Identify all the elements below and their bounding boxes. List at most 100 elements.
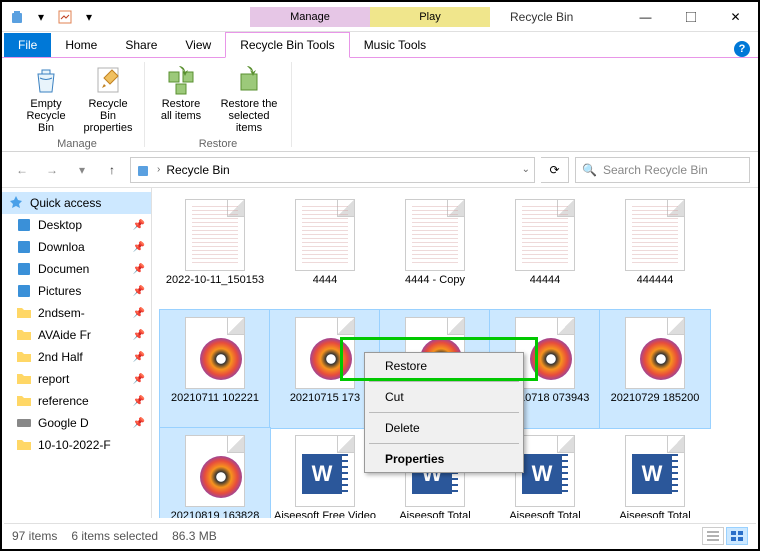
address-dropdown[interactable]: ⌄: [522, 164, 530, 175]
desktop-icon: [16, 217, 32, 233]
file-icon: [290, 314, 360, 392]
file-item[interactable]: 444444: [600, 192, 710, 310]
file-item[interactable]: 20210729 185200: [600, 310, 710, 428]
file-icon: [620, 314, 690, 392]
tab-share[interactable]: Share: [111, 33, 171, 57]
group-manage-label: Manage: [57, 136, 97, 150]
qat-dropdown[interactable]: ▾: [30, 6, 52, 28]
folder-icon: [16, 393, 32, 409]
qat-recycle-icon[interactable]: [6, 6, 28, 28]
icons-view-button[interactable]: [726, 527, 748, 545]
folder-icon: [16, 371, 32, 387]
window-title: Recycle Bin: [510, 10, 573, 24]
file-item[interactable]: 20210819 163828: [160, 428, 270, 518]
sidebar-item-label: Documen: [38, 262, 89, 276]
pin-icon: 📌: [133, 418, 145, 429]
up-button[interactable]: ↑: [100, 158, 124, 182]
back-button[interactable]: ←: [10, 158, 34, 182]
pin-icon: 📌: [133, 374, 145, 385]
close-button[interactable]: ✕: [713, 3, 758, 31]
ctx-properties[interactable]: Properties: [365, 446, 523, 472]
folder-icon: [16, 305, 32, 321]
sidebar-item[interactable]: Desktop📌: [2, 214, 151, 236]
sidebar-item[interactable]: 10-10-2022-F: [2, 434, 151, 456]
sidebar-item-label: report: [38, 372, 69, 386]
file-item[interactable]: 2022-10-11_150153: [160, 192, 270, 310]
sidebar-item[interactable]: reference📌: [2, 390, 151, 412]
sidebar-item[interactable]: 2ndsem-📌: [2, 302, 151, 324]
tab-recycle-bin-tools[interactable]: Recycle Bin Tools: [225, 32, 350, 58]
folder-icon: [16, 349, 32, 365]
minimize-button[interactable]: —: [623, 3, 668, 31]
star-icon: [8, 195, 24, 211]
restore-all-button[interactable]: Restore all items: [151, 62, 211, 136]
qat-dropdown-2[interactable]: ▾: [78, 6, 100, 28]
maximize-button[interactable]: [668, 3, 713, 31]
file-icon: [400, 196, 470, 274]
file-label: Aiseesoft Total Video Converter: [604, 510, 706, 518]
tab-file[interactable]: File: [4, 33, 51, 57]
sidebar-item[interactable]: Quick access: [2, 192, 151, 214]
status-item-count: 97 items: [12, 529, 57, 543]
sidebar-item[interactable]: Pictures📌: [2, 280, 151, 302]
restore-selected-button[interactable]: Restore the selected items: [213, 62, 285, 136]
tab-music-tools[interactable]: Music Tools: [350, 33, 440, 57]
recent-locations[interactable]: ▾: [70, 158, 94, 182]
chevron-icon: ›: [157, 164, 160, 175]
file-label: Aiseesoft Total Video Converter: [494, 510, 596, 518]
address-bar[interactable]: › Recycle Bin ⌄: [130, 157, 535, 183]
navigation-pane[interactable]: Quick accessDesktop📌Downloa📌 Documen 📌 Pict…: [2, 188, 152, 518]
file-label: 4444 - Copy: [405, 274, 465, 287]
forward-button[interactable]: →: [40, 158, 64, 182]
file-item[interactable]: WAiseesoft Total Video Converter: [600, 428, 710, 518]
file-label: 20210819 163828: [171, 510, 260, 518]
sidebar-item[interactable]: Google D📌: [2, 412, 151, 434]
ctx-cut[interactable]: Cut: [365, 384, 523, 410]
file-item[interactable]: 4444: [270, 192, 380, 310]
ribbon-tabs: File Home Share View Recycle Bin Tools M…: [2, 32, 758, 58]
address-location: Recycle Bin: [166, 163, 229, 177]
contextual-tab-manage[interactable]: Manage: [250, 7, 370, 27]
qat-properties[interactable]: [54, 6, 76, 28]
file-item[interactable]: 4444 - Copy: [380, 192, 490, 310]
file-item[interactable]: 20210711 102221: [160, 310, 270, 428]
sidebar-item[interactable]: 2nd Half📌: [2, 346, 151, 368]
file-icon: [510, 196, 580, 274]
sidebar-item-label: Pictures: [38, 284, 81, 298]
empty-recycle-bin-button[interactable]: Empty Recycle Bin: [16, 62, 76, 136]
pin-icon: 📌: [133, 220, 145, 231]
search-input[interactable]: 🔍 Search Recycle Bin: [575, 157, 750, 183]
ctx-restore[interactable]: Restore: [365, 353, 523, 379]
empty-recycle-bin-icon: [30, 64, 62, 96]
status-size: 86.3 MB: [172, 529, 217, 543]
pin-icon: 📌: [133, 352, 145, 363]
context-menu: Restore Cut Delete Properties: [364, 352, 524, 473]
ctx-delete[interactable]: Delete: [365, 415, 523, 441]
file-icon: W: [290, 432, 360, 510]
document-icon: [16, 261, 32, 277]
file-icon: [620, 196, 690, 274]
file-icon: [180, 314, 250, 392]
status-bar: 97 items 6 items selected 86.3 MB: [4, 523, 756, 547]
sidebar-item[interactable]: report 📌: [2, 368, 151, 390]
title-bar: ▾ ▾ Manage Play Recycle Bin — ✕: [2, 2, 758, 32]
file-item[interactable]: 44444: [490, 192, 600, 310]
tab-view[interactable]: View: [171, 33, 225, 57]
file-icon: [180, 432, 250, 510]
file-label: 2022-10-11_150153: [166, 274, 264, 287]
file-label: Aiseesoft Total Video Converter: [384, 510, 486, 518]
pin-icon: 📌: [133, 264, 145, 275]
sidebar-item[interactable]: Documen 📌: [2, 258, 151, 280]
file-label: 20210729 185200: [611, 392, 700, 405]
pin-icon: 📌: [133, 242, 145, 253]
recycle-bin-properties-button[interactable]: Recycle Bin properties: [78, 62, 138, 136]
recycle-bin-icon: [135, 162, 151, 178]
sidebar-item[interactable]: Downloa📌: [2, 236, 151, 258]
contextual-tab-play[interactable]: Play: [370, 7, 490, 27]
tab-home[interactable]: Home: [51, 33, 111, 57]
status-selected-count: 6 items selected: [71, 529, 158, 543]
refresh-button[interactable]: ⟳: [541, 157, 569, 183]
help-icon[interactable]: ?: [734, 41, 750, 57]
sidebar-item[interactable]: AVAide Fr📌: [2, 324, 151, 346]
details-view-button[interactable]: [702, 527, 724, 545]
